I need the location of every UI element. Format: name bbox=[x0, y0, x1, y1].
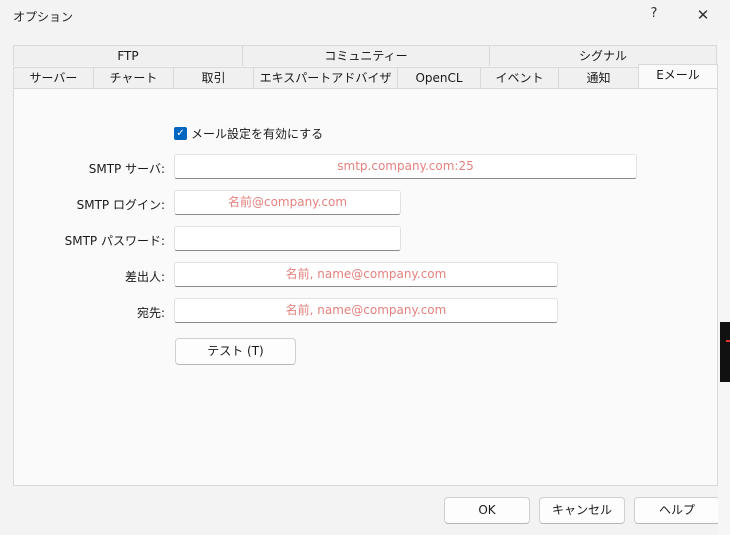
tab-expert-advisor[interactable]: エキスパートアドバイザ bbox=[253, 67, 398, 88]
tab-trade[interactable]: 取引 bbox=[173, 67, 254, 88]
help-button[interactable]: ヘルプ bbox=[634, 497, 720, 524]
smtp-login-label: SMTP ログイン: bbox=[76, 198, 165, 212]
tab-notifications[interactable]: 通知 bbox=[558, 67, 639, 88]
smtp-password-label: SMTP パスワード: bbox=[64, 234, 165, 248]
tab-ftp[interactable]: FTP bbox=[13, 45, 243, 66]
smtp-server-label: SMTP サーバ: bbox=[88, 162, 165, 176]
ok-button[interactable]: OK bbox=[444, 497, 530, 524]
tab-email[interactable]: Eメール bbox=[638, 64, 718, 88]
window-title: オプション bbox=[13, 10, 74, 24]
from-input[interactable]: 名前, name@company.com bbox=[174, 262, 558, 287]
tab-chart[interactable]: チャート bbox=[93, 67, 174, 88]
smtp-server-input[interactable]: smtp.company.com:25 bbox=[174, 154, 637, 179]
background-window-dark-strip bbox=[720, 322, 730, 382]
background-window-edge bbox=[718, 40, 730, 535]
help-icon[interactable]: ? bbox=[646, 6, 662, 26]
enable-email-label: メール設定を有効にする bbox=[191, 126, 324, 141]
tab-events[interactable]: イベント bbox=[480, 67, 559, 88]
tab-community[interactable]: コミュニティー bbox=[242, 45, 490, 66]
test-button[interactable]: テスト (T) bbox=[175, 338, 296, 365]
tab-signal[interactable]: シグナル bbox=[489, 45, 717, 66]
cancel-button[interactable]: キャンセル bbox=[539, 497, 625, 524]
background-window-red-mark bbox=[726, 340, 730, 342]
tab-opencl[interactable]: OpenCL bbox=[397, 67, 481, 88]
from-label: 差出人: bbox=[124, 270, 165, 284]
enable-email-row[interactable]: ✓ メール設定を有効にする bbox=[174, 125, 323, 141]
to-input[interactable]: 名前, name@company.com bbox=[174, 298, 558, 323]
smtp-password-input[interactable] bbox=[174, 226, 401, 251]
smtp-login-input[interactable]: 名前@company.com bbox=[174, 190, 401, 215]
close-icon[interactable]: ✕ bbox=[694, 6, 712, 26]
email-settings-panel bbox=[13, 88, 718, 486]
tab-server[interactable]: サーバー bbox=[13, 67, 94, 88]
title-bar: オプション ? ✕ bbox=[0, 0, 730, 32]
to-label: 宛先: bbox=[136, 306, 165, 320]
enable-email-checkbox[interactable]: ✓ bbox=[174, 126, 187, 140]
